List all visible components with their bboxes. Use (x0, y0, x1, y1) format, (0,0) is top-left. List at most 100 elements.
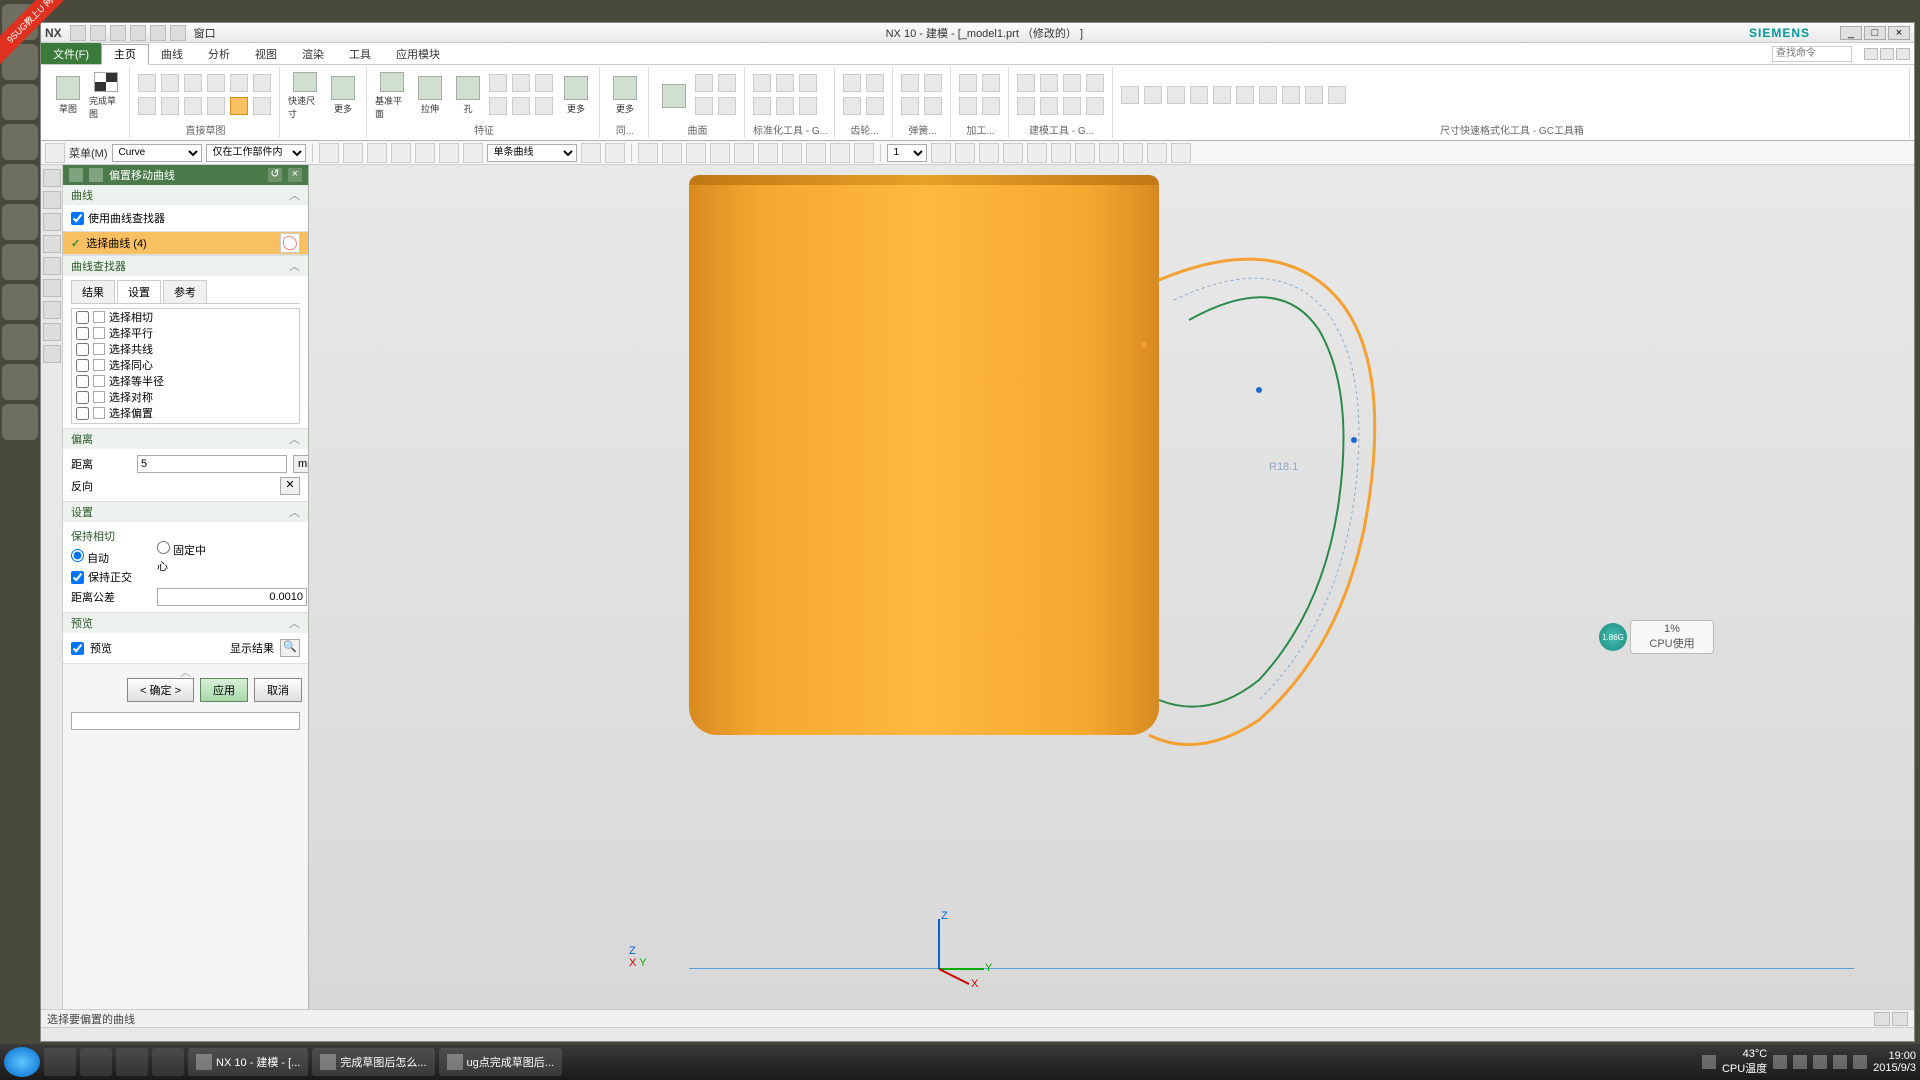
navigator-icon[interactable] (43, 213, 61, 231)
tool-icon[interactable] (753, 74, 771, 92)
apply-button[interactable]: 应用 (200, 678, 248, 702)
redo-icon[interactable] (110, 25, 126, 41)
pinned-app[interactable] (44, 1048, 76, 1076)
tool-icon[interactable] (1017, 74, 1035, 92)
pinned-app[interactable] (116, 1048, 148, 1076)
sketch-button[interactable]: 草图 (51, 72, 85, 120)
tool-icon[interactable] (718, 74, 736, 92)
copy-icon[interactable] (150, 25, 166, 41)
sync-more-button[interactable]: 更多 (608, 72, 642, 120)
tab-tools[interactable]: 工具 (337, 43, 384, 64)
tool-icon[interactable] (1190, 86, 1208, 104)
tool-icon[interactable] (1040, 97, 1058, 115)
tool-icon[interactable] (982, 97, 1000, 115)
tray-icon[interactable] (1773, 1055, 1787, 1069)
view-tool-icon[interactable] (1171, 143, 1191, 163)
sel-tool-icon[interactable] (319, 143, 339, 163)
trim-icon[interactable] (138, 97, 156, 115)
sel-tool-icon[interactable] (343, 143, 363, 163)
section-offset[interactable]: 偏离︿ (63, 429, 308, 449)
view-tool-icon[interactable] (782, 143, 802, 163)
tab-view[interactable]: 视图 (243, 43, 290, 64)
doc-restore-button[interactable] (1880, 48, 1894, 60)
tool-icon[interactable] (1017, 97, 1035, 115)
navigator-icon[interactable] (43, 235, 61, 253)
more-feature-button[interactable]: 更多 (559, 72, 593, 120)
line-icon[interactable] (138, 74, 156, 92)
dialog-close-icon[interactable]: × (288, 168, 302, 182)
sel-tool-icon[interactable] (367, 143, 387, 163)
gear-icon[interactable] (69, 168, 83, 182)
rapid-dim-button[interactable]: 快速尺寸 (288, 72, 322, 120)
undo-icon[interactable] (90, 25, 106, 41)
select-curve-row[interactable]: ✓ 选择曲线 (4) (63, 231, 308, 255)
ok-button[interactable]: < 确定 > (127, 678, 194, 702)
desktop-icon[interactable] (2, 364, 38, 400)
tool-icon[interactable] (1305, 86, 1323, 104)
finder-checkbox[interactable] (76, 327, 89, 340)
view-tool-icon[interactable] (979, 143, 999, 163)
finder-checkbox[interactable] (76, 391, 89, 404)
finder-item[interactable]: 选择相切 (72, 309, 299, 325)
view-tool-icon[interactable] (830, 143, 850, 163)
tool-icon[interactable] (1236, 86, 1254, 104)
type-filter-select[interactable]: Curve (112, 144, 202, 162)
resize-handle[interactable]: ︿ (63, 664, 308, 672)
view-tool-icon[interactable] (806, 143, 826, 163)
view-tool-icon[interactable] (1147, 143, 1167, 163)
keep-ortho-checkbox[interactable] (71, 571, 84, 584)
taskbar-item[interactable]: 完成草图后怎么... (312, 1048, 434, 1076)
tool-icon[interactable] (1328, 86, 1346, 104)
fixed-center-radio[interactable] (157, 541, 170, 554)
doc-minimize-button[interactable] (1864, 48, 1878, 60)
increment-select[interactable]: 1 (887, 144, 927, 162)
finder-checkbox[interactable] (76, 311, 89, 324)
scope-filter-select[interactable]: 仅在工作部件内 (206, 144, 306, 162)
tool-icon[interactable] (901, 74, 919, 92)
tab-curve[interactable]: 曲线 (149, 43, 196, 64)
tool-icon[interactable] (1063, 74, 1081, 92)
spline-icon[interactable] (253, 74, 271, 92)
tool-icon[interactable] (1213, 86, 1231, 104)
tool-icon[interactable] (866, 97, 884, 115)
navigator-icon[interactable] (43, 257, 61, 275)
minimize-button[interactable]: _ (1840, 26, 1862, 40)
fillet-icon[interactable] (184, 97, 202, 115)
view-tool-icon[interactable] (686, 143, 706, 163)
tray-icon[interactable] (1702, 1055, 1716, 1069)
distance-input[interactable] (137, 455, 287, 473)
tool-icon[interactable] (1121, 86, 1139, 104)
section-curve[interactable]: 曲线︿ (63, 185, 308, 205)
status-icon[interactable] (1892, 1012, 1908, 1026)
view-tool-icon[interactable] (1003, 143, 1023, 163)
tool-icon[interactable] (1063, 97, 1081, 115)
maximize-button[interactable]: □ (1864, 26, 1886, 40)
view-tool-icon[interactable] (662, 143, 682, 163)
settings-icon[interactable] (43, 169, 61, 187)
tool-icon[interactable] (1259, 86, 1277, 104)
view-tool-icon[interactable] (854, 143, 874, 163)
window-menu[interactable]: 窗口 (190, 25, 220, 41)
offset-move-curve-icon[interactable] (230, 97, 248, 115)
finder-item[interactable]: 选择共线 (72, 341, 299, 357)
doc-close-button[interactable] (1896, 48, 1910, 60)
cancel-button[interactable]: 取消 (254, 678, 302, 702)
graphics-view[interactable]: R18.1 Z X Y Z Y X 1.86G 1% CPU使用 (309, 165, 1914, 1009)
reverse-direction-button[interactable]: ✕ (280, 477, 300, 495)
view-tool-icon[interactable] (955, 143, 975, 163)
navigator-icon[interactable] (43, 191, 61, 209)
show-result-button[interactable]: 🔍 (280, 639, 300, 657)
feature-icon[interactable] (512, 74, 530, 92)
finder-item[interactable]: 选择同心 (72, 357, 299, 373)
section-settings[interactable]: 设置︿ (63, 502, 308, 522)
datum-plane-button[interactable]: 基准平面 (375, 72, 409, 120)
tool-icon[interactable] (959, 74, 977, 92)
tab-render[interactable]: 渲染 (290, 43, 337, 64)
menu-icon[interactable] (45, 143, 65, 163)
file-menu[interactable]: 文件(F) (41, 43, 101, 64)
tray-icon[interactable] (1813, 1055, 1827, 1069)
surface-button[interactable] (657, 72, 691, 120)
pinned-app[interactable] (80, 1048, 112, 1076)
finder-item[interactable]: 选择对称 (72, 389, 299, 405)
tool-icon[interactable] (799, 74, 817, 92)
